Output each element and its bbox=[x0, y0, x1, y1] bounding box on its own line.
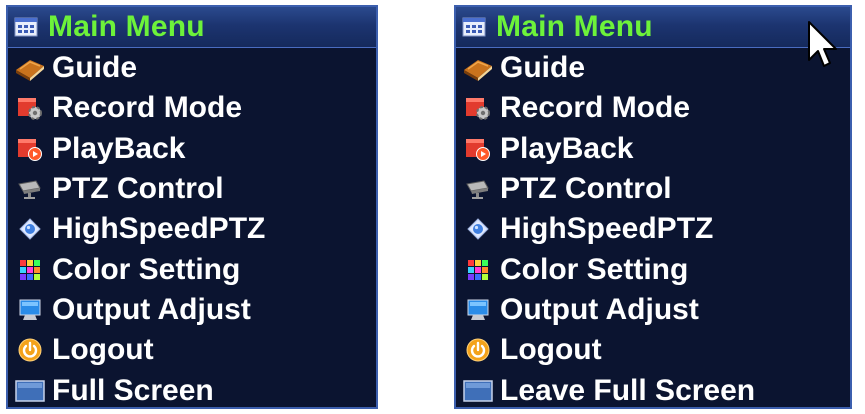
monitor-icon bbox=[460, 293, 496, 327]
menu-item-label: Record Mode bbox=[52, 91, 243, 125]
menu-item-highspeedptz[interactable]: HighSpeedPTZ bbox=[456, 209, 850, 249]
menu-item-label: Output Adjust bbox=[52, 292, 251, 326]
menu-grid-icon bbox=[8, 10, 44, 44]
menu-item-color-setting[interactable]: Color Setting bbox=[8, 249, 376, 289]
menu-item-ptz-control[interactable]: PTZ Control bbox=[8, 169, 376, 209]
power-icon bbox=[12, 333, 48, 367]
main-menu-panel-left: Main Menu Guide Record Mode PlayBack PTZ… bbox=[6, 5, 378, 409]
dome-camera-icon bbox=[460, 212, 496, 246]
menu-item-label: PTZ Control bbox=[500, 172, 672, 206]
menu-item-label: HighSpeedPTZ bbox=[52, 212, 266, 246]
color-grid-icon bbox=[12, 253, 48, 287]
mouse-pointer-icon bbox=[808, 21, 837, 67]
record-gear-icon bbox=[12, 91, 48, 125]
menu-item-label: Output Adjust bbox=[500, 292, 699, 326]
menu-header: Main Menu bbox=[8, 7, 376, 48]
menu-item-playback[interactable]: PlayBack bbox=[456, 129, 850, 169]
menu-item-label: Color Setting bbox=[52, 252, 241, 286]
menu-item-highspeedptz[interactable]: HighSpeedPTZ bbox=[8, 209, 376, 249]
menu-item-leave-full-screen[interactable]: Leave Full Screen bbox=[456, 370, 850, 407]
menu-header: Main Menu bbox=[456, 7, 850, 48]
ptz-camera-icon bbox=[12, 172, 48, 206]
menu-item-logout[interactable]: Logout bbox=[456, 330, 850, 370]
book-icon bbox=[12, 51, 48, 85]
record-gear-icon bbox=[460, 91, 496, 125]
menu-item-label: HighSpeedPTZ bbox=[500, 212, 714, 246]
menu-item-label: PlayBack bbox=[52, 131, 186, 165]
menu-item-label: Color Setting bbox=[500, 252, 689, 286]
menu-item-label: Guide bbox=[500, 51, 586, 85]
menu-item-output-adjust[interactable]: Output Adjust bbox=[8, 290, 376, 330]
playback-icon bbox=[460, 132, 496, 166]
menu-item-guide[interactable]: Guide bbox=[456, 48, 850, 88]
main-menu-panel-right: Main Menu Guide Record Mode PlayBack PTZ… bbox=[454, 5, 852, 409]
menu-item-playback[interactable]: PlayBack bbox=[8, 129, 376, 169]
menu-item-label: PlayBack bbox=[500, 131, 634, 165]
menu-title: Main Menu bbox=[496, 10, 653, 43]
menu-item-label: Logout bbox=[500, 333, 602, 367]
menu-item-label: Record Mode bbox=[500, 91, 691, 125]
ptz-camera-icon bbox=[460, 172, 496, 206]
playback-icon bbox=[12, 132, 48, 166]
menu-item-guide[interactable]: Guide bbox=[8, 48, 376, 88]
menu-item-record-mode[interactable]: Record Mode bbox=[8, 88, 376, 128]
color-grid-icon bbox=[460, 253, 496, 287]
power-icon bbox=[460, 333, 496, 367]
menu-item-output-adjust[interactable]: Output Adjust bbox=[456, 290, 850, 330]
menu-item-label: Logout bbox=[52, 333, 154, 367]
menu-item-color-setting[interactable]: Color Setting bbox=[456, 249, 850, 289]
fullscreen-icon bbox=[460, 374, 496, 407]
dome-camera-icon bbox=[12, 212, 48, 246]
book-icon bbox=[460, 51, 496, 85]
menu-grid-icon bbox=[456, 10, 492, 44]
fullscreen-icon bbox=[12, 374, 48, 407]
monitor-icon bbox=[12, 293, 48, 327]
menu-item-label: Full Screen bbox=[52, 373, 214, 407]
menu-item-full-screen[interactable]: Full Screen bbox=[8, 370, 376, 407]
menu-title: Main Menu bbox=[48, 10, 205, 43]
menu-item-record-mode[interactable]: Record Mode bbox=[456, 88, 850, 128]
menu-item-ptz-control[interactable]: PTZ Control bbox=[456, 169, 850, 209]
menu-item-label: Leave Full Screen bbox=[500, 373, 756, 407]
menu-item-label: Guide bbox=[52, 51, 138, 85]
menu-item-label: PTZ Control bbox=[52, 172, 224, 206]
menu-item-logout[interactable]: Logout bbox=[8, 330, 376, 370]
